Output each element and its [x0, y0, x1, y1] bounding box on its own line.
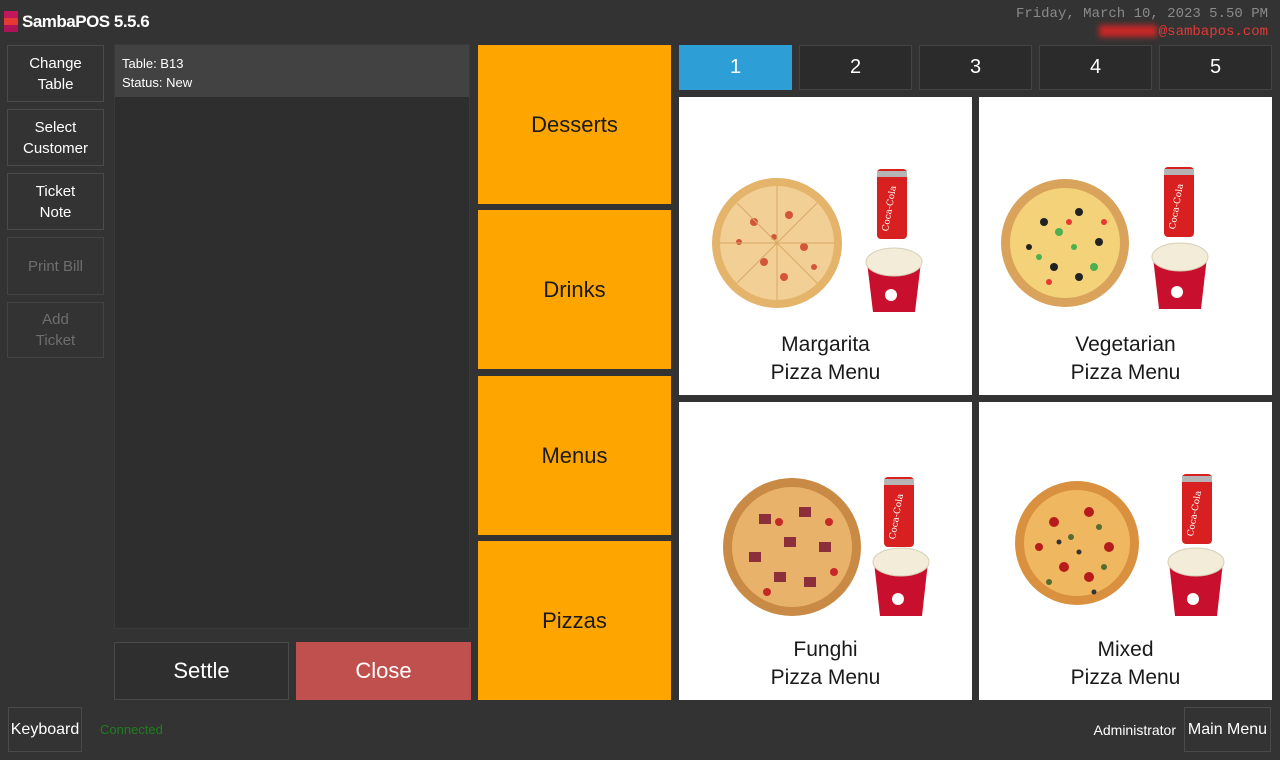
category-menus[interactable]: Menus [478, 376, 671, 535]
user-email: @sambapos.com [1098, 24, 1268, 40]
ticket-note-button[interactable]: Ticket Note [7, 173, 104, 230]
page-tab-3[interactable]: 3 [919, 45, 1032, 90]
pizza-menu-image: Coca-Cola [712, 169, 923, 312]
product-name: Vegetarian [1075, 333, 1176, 356]
page-tab-1[interactable]: 1 [679, 45, 792, 90]
ticket-panel: Table: B13 Status: New [114, 44, 470, 629]
category-desserts[interactable]: Desserts [478, 45, 671, 204]
category-drinks[interactable]: Drinks [478, 210, 671, 369]
email-domain: @sambapos.com [1158, 24, 1268, 40]
product-subtitle: Pizza Menu [1070, 361, 1181, 384]
datetime: Friday, March 10, 2023 5.50 PM [1015, 6, 1268, 22]
ticket-table: Table: B13 [122, 56, 184, 71]
app-title: SambaPOS 5.5.6 [22, 12, 150, 31]
product-subtitle: Pizza Menu [1070, 666, 1181, 689]
page-tab-5[interactable]: 5 [1159, 45, 1272, 90]
product-funghi-pizza-menu[interactable]: Coca-Cola Funghi Pizza Menu [679, 402, 972, 700]
product-subtitle: Pizza Menu [770, 666, 881, 689]
keyboard-button[interactable]: Keyboard [8, 707, 82, 752]
category-pizzas[interactable]: Pizzas [478, 541, 671, 700]
product-vegetarian-pizza-menu[interactable]: Coca-Cola Vegetarian Pizza Menu [979, 97, 1272, 395]
page-tab-4[interactable]: 4 [1039, 45, 1152, 90]
product-name: Funghi [793, 638, 858, 661]
close-button[interactable]: Close [296, 642, 471, 700]
product-margarita-pizza-menu[interactable]: Coca-Cola Margarita Pizza Menu [679, 97, 972, 395]
product-name: Mixed [1097, 638, 1154, 661]
product-subtitle: Pizza Menu [770, 361, 881, 384]
select-customer-button[interactable]: Select Customer [7, 109, 104, 166]
email-redaction [1098, 25, 1157, 38]
product-name: Margarita [781, 333, 870, 356]
product-mixed-pizza-menu[interactable]: Coca-Cola Mixed Pizza Menu [979, 402, 1272, 700]
pizza-menu-image: Coca-Cola [1015, 474, 1225, 616]
change-table-button[interactable]: Change Table [7, 45, 104, 102]
ticket-status: Status: New [122, 75, 193, 90]
main-menu-button[interactable]: Main Menu [1184, 707, 1271, 752]
ticket-header: Table: B13 Status: New [115, 45, 469, 97]
sambapos-logo-icon [4, 11, 18, 32]
pizza-menu-image: Coca-Cola [1001, 167, 1209, 309]
pizza-menu-image: Coca-Cola [723, 477, 930, 616]
current-user: Administrator [1093, 722, 1176, 738]
ticket-orders-list[interactable] [115, 97, 469, 628]
add-ticket-button[interactable]: Add Ticket [7, 302, 104, 358]
print-bill-button[interactable]: Print Bill [7, 237, 104, 295]
title-bar: SambaPOS 5.5.6 Friday, March 10, 2023 5.… [0, 0, 1280, 44]
connection-status: Connected [100, 722, 163, 737]
page-tab-2[interactable]: 2 [799, 45, 912, 90]
settle-button[interactable]: Settle [114, 642, 289, 700]
